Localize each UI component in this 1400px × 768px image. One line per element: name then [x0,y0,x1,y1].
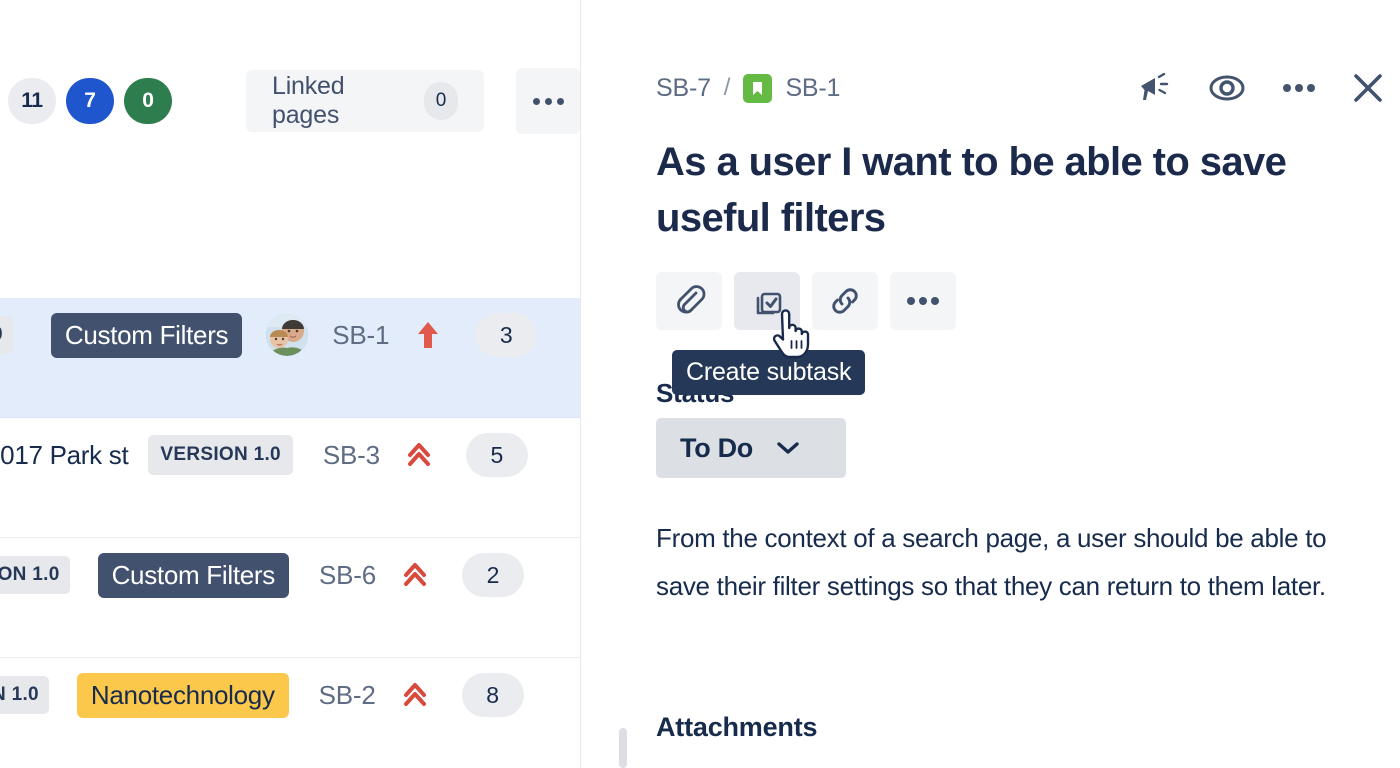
issue-key[interactable]: SB-2 [319,680,376,711]
issue-key[interactable]: SB-1 [332,320,389,351]
version-chip[interactable]: N 1.0 [0,676,49,714]
priority-highest-icon [406,440,432,470]
watch-eye-icon[interactable] [1208,74,1246,102]
backlog-list-panel: 11 7 0 Linked pages 0 0 Custom Filters [0,0,581,768]
attachments-section-title: Attachments [656,712,817,743]
table-row[interactable]: N 1.0 Nanotechnology SB-2 8 [0,658,581,768]
app-screen: 11 7 0 Linked pages 0 0 Custom Filters [0,0,1400,768]
avatar[interactable] [266,314,308,356]
list-toolbar: 11 7 0 Linked pages 0 [0,68,580,134]
tooltip-create-subtask: Create subtask [672,350,865,395]
ellipsis-icon [533,98,564,105]
priority-highest-icon [402,680,428,710]
story-points-badge: 2 [462,553,524,597]
more-options-button[interactable] [890,272,956,330]
version-chip[interactable]: VERSION 1.0 [148,435,293,475]
issue-key[interactable]: SB-6 [319,560,376,591]
priority-medium-icon [415,320,441,350]
issue-key[interactable]: SB-3 [323,440,380,471]
breadcrumb-parent[interactable]: SB-7 [656,74,711,103]
detail-panel-scrollbar[interactable] [619,728,627,768]
story-points-badge: 3 [475,313,537,357]
mouse-cursor-pointer [770,308,812,360]
label-chip[interactable]: Custom Filters [98,553,289,598]
total-count-badge[interactable]: 11 [8,78,56,124]
priority-highest-icon [402,560,428,590]
detail-header: SB-7 / SB-1 [656,66,1384,110]
breadcrumb-separator: / [724,74,731,102]
label-chip[interactable]: Nanotechnology [77,673,289,718]
header-actions [1138,72,1384,104]
chevron-down-icon [775,440,801,456]
story-points-badge: 8 [462,673,524,717]
story-points-badge: 5 [466,433,528,477]
status-value: To Do [680,433,753,464]
version-chip[interactable]: ION 1.0 [0,556,70,594]
breadcrumb-current[interactable]: SB-1 [785,74,840,103]
status-dropdown[interactable]: To Do [656,418,846,478]
link-issue-button[interactable] [812,272,878,330]
more-actions-icon[interactable] [1282,83,1316,93]
row-summary-text: 2017 Park st [0,440,128,471]
linked-pages-button[interactable]: Linked pages 0 [246,70,484,132]
label-chip[interactable]: Custom Filters [51,313,242,358]
attach-button[interactable] [656,272,722,330]
table-row[interactable]: ION 1.0 Custom Filters SB-6 2 [0,538,581,658]
linked-pages-label: Linked pages [272,72,404,130]
in-progress-count-badge[interactable]: 7 [66,78,114,124]
issue-description: From the context of a search page, a use… [656,514,1346,610]
linked-pages-count: 0 [424,82,458,120]
close-icon[interactable] [1352,72,1384,104]
row-leading-chip: 0 [0,316,13,354]
megaphone-icon[interactable] [1138,73,1172,103]
breadcrumb: SB-7 / SB-1 [656,74,840,103]
story-icon [743,74,772,103]
backlog-rows: 0 Custom Filters [0,298,581,768]
table-row[interactable]: 2017 Park st VERSION 1.0 SB-3 5 [0,418,581,538]
table-row[interactable]: 0 Custom Filters [0,298,581,418]
list-more-button[interactable] [516,68,580,134]
page-title: As a user I want to be able to save usef… [656,134,1356,246]
done-count-badge[interactable]: 0 [124,78,172,124]
